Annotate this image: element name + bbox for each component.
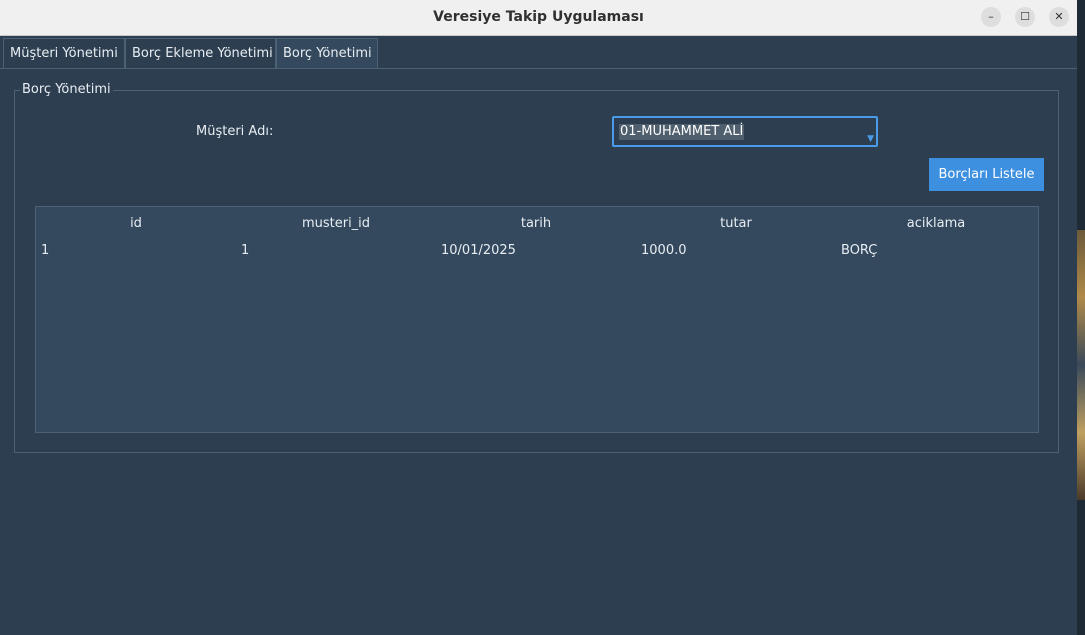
table-cell: 10/01/2025: [441, 243, 516, 258]
maximize-icon: ☐: [1020, 10, 1030, 23]
tab-bar: Müşteri Yönetimi Borç Ekleme Yönetimi Bo…: [0, 36, 1077, 69]
column-header-musteri-id[interactable]: musteri_id: [236, 216, 436, 231]
tab-borc-yonetimi[interactable]: Borç Yönetimi: [276, 38, 378, 68]
table-cell: 1: [41, 243, 50, 258]
maximize-button[interactable]: ☐: [1015, 7, 1035, 27]
column-header-tarih[interactable]: tarih: [436, 216, 636, 231]
table-cell: 1000.0: [641, 243, 687, 258]
close-button[interactable]: ✕: [1049, 7, 1069, 27]
title-bar: Veresiye Takip Uygulaması – ☐ ✕: [0, 0, 1077, 36]
tab-musteri-yonetimi[interactable]: Müşteri Yönetimi: [3, 38, 125, 68]
list-debts-button[interactable]: Borçları Listele: [929, 158, 1044, 191]
customer-select[interactable]: 01-MUHAMMET ALİ ▼: [612, 116, 878, 147]
group-title: Borç Yönetimi: [20, 82, 113, 97]
close-icon: ✕: [1054, 10, 1064, 23]
window-title: Veresiye Takip Uygulaması: [433, 9, 644, 25]
tab-borc-ekleme-yonetimi[interactable]: Borç Ekleme Yönetimi: [125, 38, 276, 68]
desktop-background: [1077, 230, 1085, 500]
customer-label: Müşteri Adı:: [196, 124, 274, 139]
table-cell: 1: [241, 243, 250, 258]
minimize-icon: –: [988, 10, 994, 23]
minimize-button[interactable]: –: [981, 7, 1001, 27]
column-header-aciklama[interactable]: aciklama: [836, 216, 1036, 231]
chevron-down-icon[interactable]: ▼: [867, 134, 874, 144]
app-window: Veresiye Takip Uygulaması – ☐ ✕ Müşteri …: [0, 0, 1077, 635]
column-header-tutar[interactable]: tutar: [636, 216, 836, 231]
customer-select-value: 01-MUHAMMET ALİ: [619, 124, 745, 140]
table-cell: BORÇ: [841, 243, 878, 258]
debts-table[interactable]: id musteri_id tarih tutar aciklama 1 1 1…: [35, 206, 1039, 433]
column-header-id[interactable]: id: [36, 216, 236, 231]
